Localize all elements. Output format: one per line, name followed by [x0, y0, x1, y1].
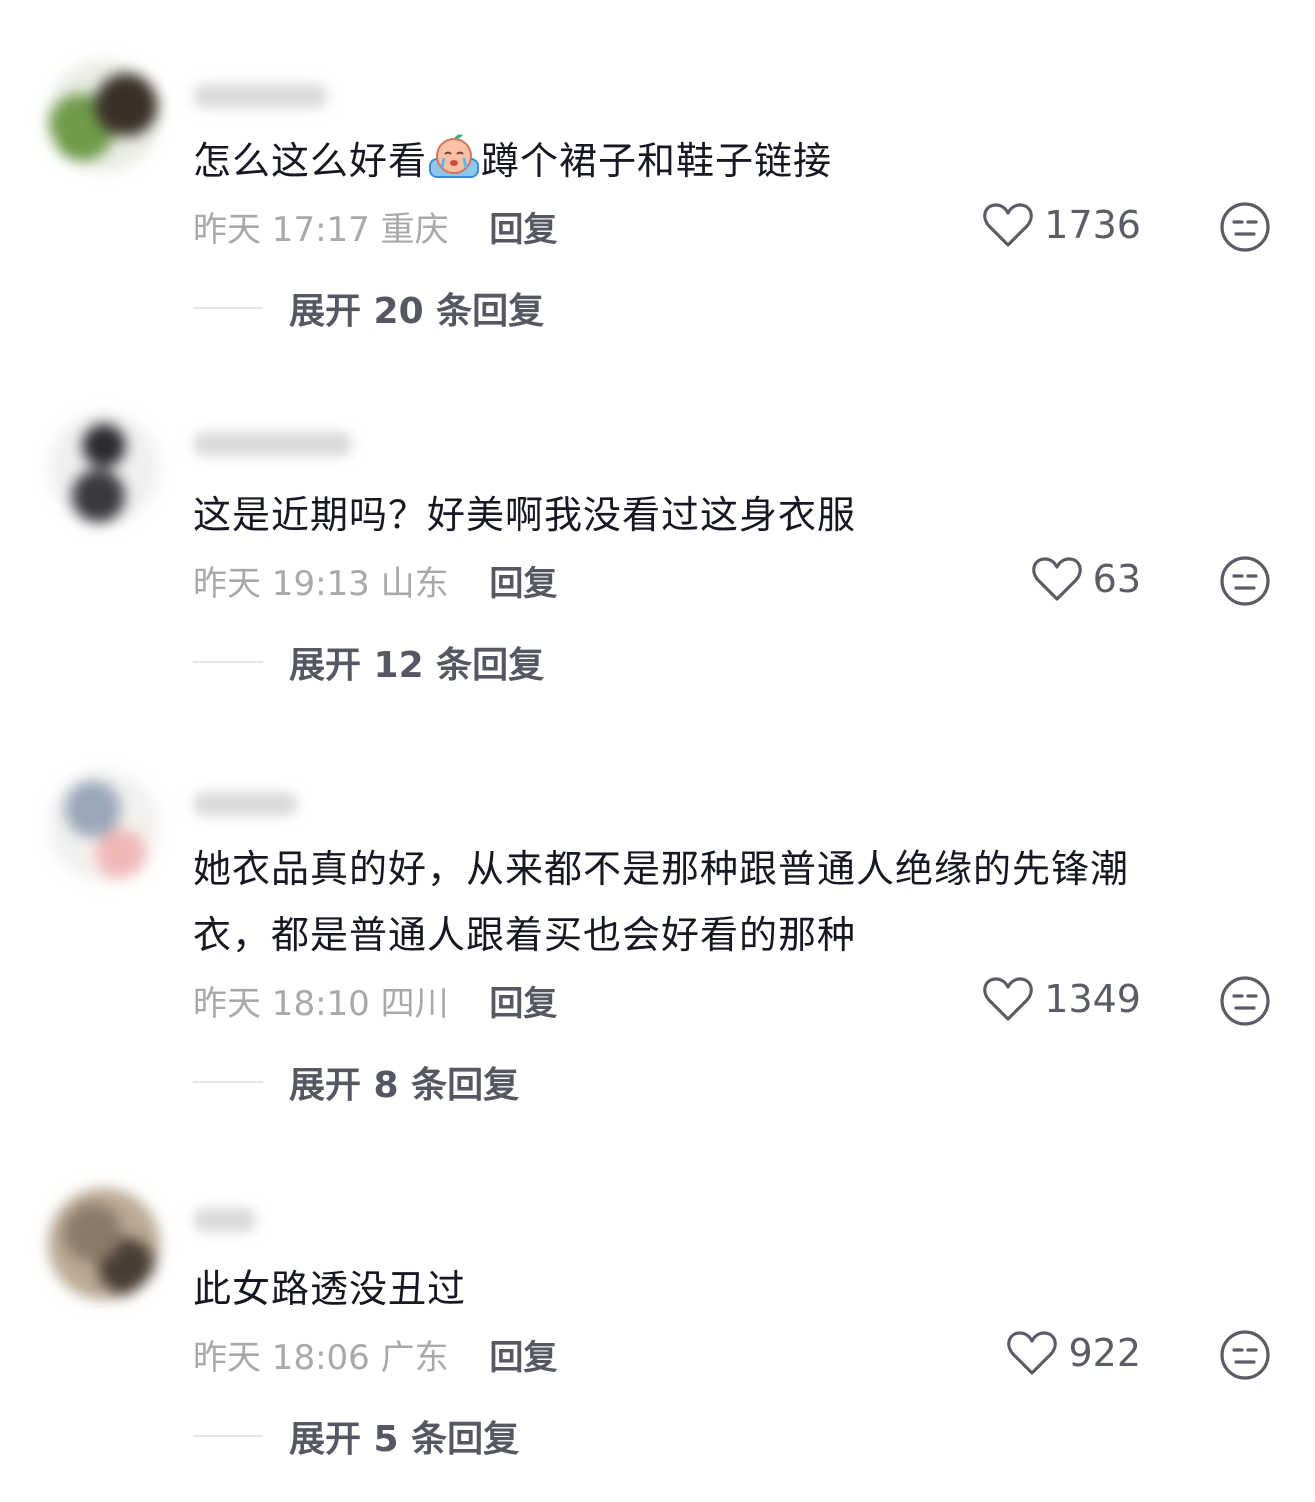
comment-text: 她衣品真的好，从来都不是那种跟普通人绝缘的先锋潮衣，都是普通人跟着买也会好看的那…	[193, 847, 1130, 957]
avatar[interactable]	[48, 412, 160, 524]
comment-time: 昨天 18:10	[193, 984, 370, 1024]
dislike-face-icon[interactable]	[1219, 555, 1271, 607]
like-button[interactable]: 1736	[982, 201, 1141, 249]
like-count: 1736	[1044, 203, 1141, 247]
divider	[193, 307, 263, 309]
comment-location: 四川	[380, 984, 449, 1024]
comment-text: 怎么这么好看 蹲个裙子和鞋子链接	[193, 128, 1203, 194]
expand-replies-label: 展开 20 条回复	[289, 291, 545, 332]
username[interactable]: aaaa	[193, 1208, 257, 1232]
expand-replies-button[interactable]: 展开 8 条回复	[193, 1056, 519, 1108]
comment-location: 山东	[380, 564, 449, 604]
avatar[interactable]	[48, 770, 160, 882]
comment-meta: 昨天 17:17 重庆 回复	[193, 202, 557, 251]
like-button[interactable]: 1349	[982, 975, 1141, 1023]
username[interactable]: lllllllaaaaa	[193, 84, 328, 108]
username[interactable]: aaaaaaa	[193, 792, 298, 816]
reply-button[interactable]: 回复	[489, 984, 557, 1024]
heart-icon	[983, 977, 1034, 1021]
like-button[interactable]: 63	[1031, 555, 1141, 603]
comment-text-part: 怎么这么好看	[193, 139, 428, 183]
expand-replies-label: 展开 12 条回复	[289, 645, 545, 686]
expand-replies-label: 展开 5 条回复	[289, 1419, 520, 1460]
username[interactable]: aaaaaaaaaaaa	[193, 432, 353, 456]
comment-time: 昨天 17:17	[193, 210, 370, 250]
expand-replies-button[interactable]: 展开 5 条回复	[193, 1410, 519, 1462]
expand-replies-button[interactable]: 展开 20 条回复	[193, 282, 544, 334]
comment-meta: 昨天 18:10 四川 回复	[193, 976, 557, 1025]
comment-text: 这是近期吗？好美啊我没看过这身衣服	[193, 493, 857, 537]
comment-meta: 昨天 18:06 广东 回复	[193, 1330, 557, 1379]
dislike-face-icon[interactable]	[1219, 975, 1271, 1027]
reply-button[interactable]: 回复	[489, 1338, 557, 1378]
comment-text-part: 蹲个裙子和鞋子链接	[481, 139, 833, 183]
divider	[193, 1081, 263, 1083]
like-count: 1349	[1044, 977, 1141, 1021]
reply-button[interactable]: 回复	[489, 210, 557, 250]
like-count: 63	[1092, 557, 1141, 601]
heart-icon	[1031, 557, 1082, 601]
comment-text: 此女路透没丑过	[193, 1267, 467, 1311]
divider	[193, 661, 263, 663]
avatar[interactable]	[48, 60, 160, 172]
heart-icon	[983, 203, 1034, 247]
comment-meta: 昨天 19:13 山东 回复	[193, 556, 557, 605]
comment-time: 昨天 18:06	[193, 1338, 370, 1378]
expand-replies-label: 展开 8 条回复	[289, 1065, 520, 1106]
comment-time: 昨天 19:13	[193, 564, 370, 604]
comment-location: 广东	[380, 1338, 449, 1378]
comment-list: lllllllaaaaa 怎么这么好看 蹲个裙子和鞋子链接 昨天 17:17 重庆…	[0, 0, 1315, 1502]
dislike-face-icon[interactable]	[1219, 201, 1271, 253]
expand-replies-button[interactable]: 展开 12 条回复	[193, 636, 544, 688]
dislike-face-icon[interactable]	[1219, 1329, 1271, 1381]
avatar[interactable]	[48, 1188, 160, 1300]
comment-location: 重庆	[380, 210, 449, 250]
crying-face-emoji	[427, 132, 481, 182]
like-count: 922	[1068, 1331, 1141, 1375]
reply-button[interactable]: 回复	[489, 564, 557, 604]
divider	[193, 1435, 263, 1437]
heart-icon	[1007, 1331, 1058, 1375]
like-button[interactable]: 922	[1006, 1329, 1141, 1377]
